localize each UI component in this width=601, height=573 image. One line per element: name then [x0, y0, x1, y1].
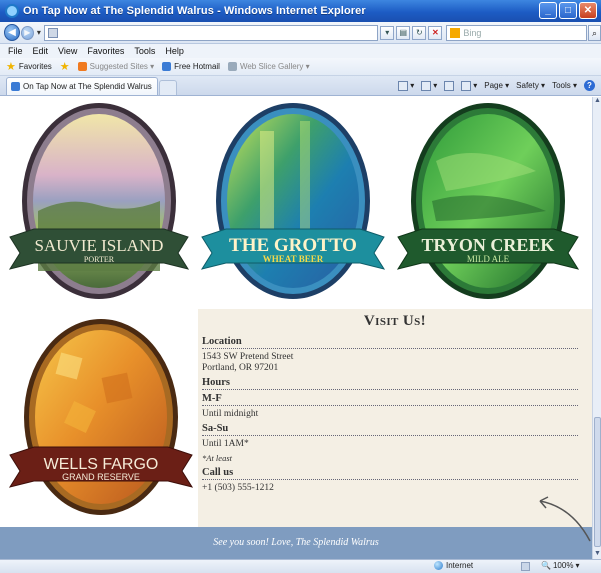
beer-badge-tryon-creek[interactable]: TRYON CREEK MILD ALE — [396, 101, 580, 307]
free-hotmail-label: Free Hotmail — [174, 62, 220, 71]
zoom-icon: 🔍 — [541, 561, 551, 570]
address-bar[interactable] — [43, 24, 379, 41]
print-button[interactable]: ▾ — [461, 80, 477, 91]
menu-edit[interactable]: Edit — [33, 46, 49, 56]
close-button[interactable]: ✕ — [579, 2, 597, 19]
search-placeholder: Bing — [463, 27, 482, 38]
tab-page-icon — [11, 82, 20, 91]
address-dropdown-icon[interactable]: ▾ — [380, 25, 395, 40]
search-icon[interactable]: ⌕ — [587, 24, 601, 41]
free-hotmail-link[interactable]: Free Hotmail — [162, 62, 220, 71]
page-footer: See you soon! Love, The Splendid Walrus — [0, 527, 592, 559]
feeds-icon — [421, 80, 432, 91]
suggested-sites-label: Suggested Sites ▾ — [89, 62, 155, 71]
recent-pages-chevron-icon[interactable]: ▾ — [37, 28, 41, 37]
maximize-button[interactable]: □ — [559, 2, 577, 19]
bing-icon — [450, 27, 461, 38]
web-slice-gallery-link[interactable]: Web Slice Gallery ▾ — [227, 62, 310, 71]
print-icon — [461, 80, 472, 91]
window-title: On Tap Now at The Splendid Walrus - Wind… — [23, 5, 366, 17]
status-bar: Internet 🔍 100% ▾ — [0, 559, 601, 573]
location-heading: Location — [202, 336, 578, 349]
page-icon — [47, 27, 58, 38]
tab-row: On Tap Now at The Splendid Walrus ▾ ▾ ▾ … — [0, 76, 601, 96]
help-icon[interactable]: ? — [584, 80, 595, 91]
visit-us-title: Visit Us! — [363, 313, 427, 329]
scroll-down-icon[interactable]: ▼ — [593, 550, 601, 559]
beer-badge-wells-fargo[interactable]: WELLS FARGO GRAND RESERVE — [8, 315, 194, 523]
zoom-level: 100% — [552, 561, 574, 570]
compatibility-view-icon[interactable]: ▤ — [396, 25, 411, 40]
feeds-button[interactable]: ▾ — [421, 80, 437, 91]
home-icon — [398, 80, 409, 91]
suggested-sites-link[interactable]: Suggested Sites ▾ — [77, 62, 155, 71]
ie-logo-icon — [5, 4, 19, 18]
call-us-heading: Call us — [202, 467, 578, 480]
scrollbar-thumb[interactable] — [594, 417, 601, 547]
phone-number[interactable]: +1 (503) 555-1212 — [202, 483, 578, 494]
stop-icon[interactable]: ✕ — [428, 25, 443, 40]
beer-name-wells-fargo: WELLS FARGO — [44, 456, 159, 473]
security-zone[interactable]: Internet — [434, 561, 473, 570]
beer-style-mild-ale: MILD ALE — [467, 254, 510, 264]
tab-splendid-walrus[interactable]: On Tap Now at The Splendid Walrus — [6, 77, 158, 95]
web-slice-gallery-label: Web Slice Gallery ▾ — [239, 62, 310, 71]
beer-style-wheat-beer: WHEAT BEER — [263, 254, 324, 264]
safety-menu[interactable]: Safety ▾ — [516, 81, 545, 90]
menu-bar: File Edit View Favorites Tools Help — [0, 44, 601, 58]
mf-heading: M-F — [202, 393, 578, 406]
beer-style-grand-reserve: GRAND RESERVE — [62, 472, 140, 482]
vertical-scrollbar[interactable]: ▲ ▼ — [592, 97, 601, 559]
mail-icon — [444, 80, 455, 91]
beer-style-porter: PORTER — [84, 255, 115, 264]
zone-label: Internet — [446, 561, 474, 570]
address-line-2: Portland, OR 97201 — [202, 363, 279, 373]
refresh-icon[interactable]: ↻ — [412, 25, 427, 40]
menu-favorites[interactable]: Favorites — [87, 46, 124, 56]
add-to-favorites-icon[interactable]: ★ — [60, 60, 70, 73]
beer-name-tryon-creek: TRYON CREEK — [422, 235, 555, 255]
sasu-heading: Sa-Su — [202, 423, 578, 436]
beer-name-sauvie-island: SAUVIE ISLAND — [35, 236, 164, 255]
home-button[interactable]: ▾ — [398, 80, 414, 91]
favorites-bar: ★ Favorites ★ Suggested Sites ▾ Free Hot… — [0, 58, 601, 76]
favorites-label: Favorites — [18, 62, 52, 71]
search-input[interactable]: Bing — [446, 24, 587, 41]
beer-name-the-grotto: THE GROTTO — [229, 235, 357, 256]
menu-help[interactable]: Help — [165, 46, 184, 56]
scroll-up-icon[interactable]: ▲ — [593, 97, 601, 106]
minimize-button[interactable]: _ — [539, 2, 557, 19]
hotmail-icon — [162, 62, 172, 71]
mail-button[interactable] — [444, 80, 455, 91]
tools-menu[interactable]: Tools ▾ — [552, 81, 577, 90]
address-toolbar: ◀ ▶ ▾ ▾ ▤ ↻ ✕ Bing ⌕ — [0, 22, 601, 44]
hours-heading: Hours — [202, 377, 578, 390]
sasu-hours: Until 1AM* — [202, 439, 249, 449]
favorites-button[interactable]: ★ Favorites — [6, 60, 52, 73]
tab-label: On Tap Now at The Splendid Walrus — [23, 82, 152, 91]
command-bar: ▾ ▾ ▾ Page ▾ Safety ▾ Tools ▾ ? — [398, 76, 595, 95]
menu-view[interactable]: View — [58, 46, 77, 56]
internet-globe-icon — [434, 561, 443, 570]
back-button[interactable]: ◀ — [4, 24, 20, 41]
sasu-note: *At least — [202, 453, 232, 463]
beer-badge-sauvie-island[interactable]: SAUVIE ISLAND PORTER — [8, 101, 190, 307]
beer-badge-the-grotto[interactable]: THE GROTTO WHEAT BEER — [200, 101, 386, 307]
protected-mode-icon[interactable] — [521, 562, 530, 571]
web-slice-icon — [227, 62, 237, 71]
annotation-arrow-icon — [539, 496, 591, 542]
forward-button[interactable]: ▶ — [20, 25, 34, 40]
zoom-control[interactable]: 🔍 100% ▾ — [541, 561, 579, 570]
menu-tools[interactable]: Tools — [134, 46, 155, 56]
zoom-chevron-icon: ▾ — [575, 561, 580, 570]
address-line-1: 1543 SW Pretend Street — [202, 352, 294, 362]
window-title-bar[interactable]: On Tap Now at The Splendid Walrus - Wind… — [0, 0, 601, 22]
mf-hours: Until midnight — [202, 409, 259, 419]
favorites-star-icon: ★ — [6, 61, 16, 73]
menu-file[interactable]: File — [8, 46, 23, 56]
page-menu[interactable]: Page ▾ — [484, 81, 509, 90]
new-tab-button[interactable] — [159, 80, 177, 95]
suggested-sites-icon — [77, 62, 87, 71]
page-content: SAUVIE ISLAND PORTER THE GROTTO WHEAT BE… — [0, 97, 592, 559]
